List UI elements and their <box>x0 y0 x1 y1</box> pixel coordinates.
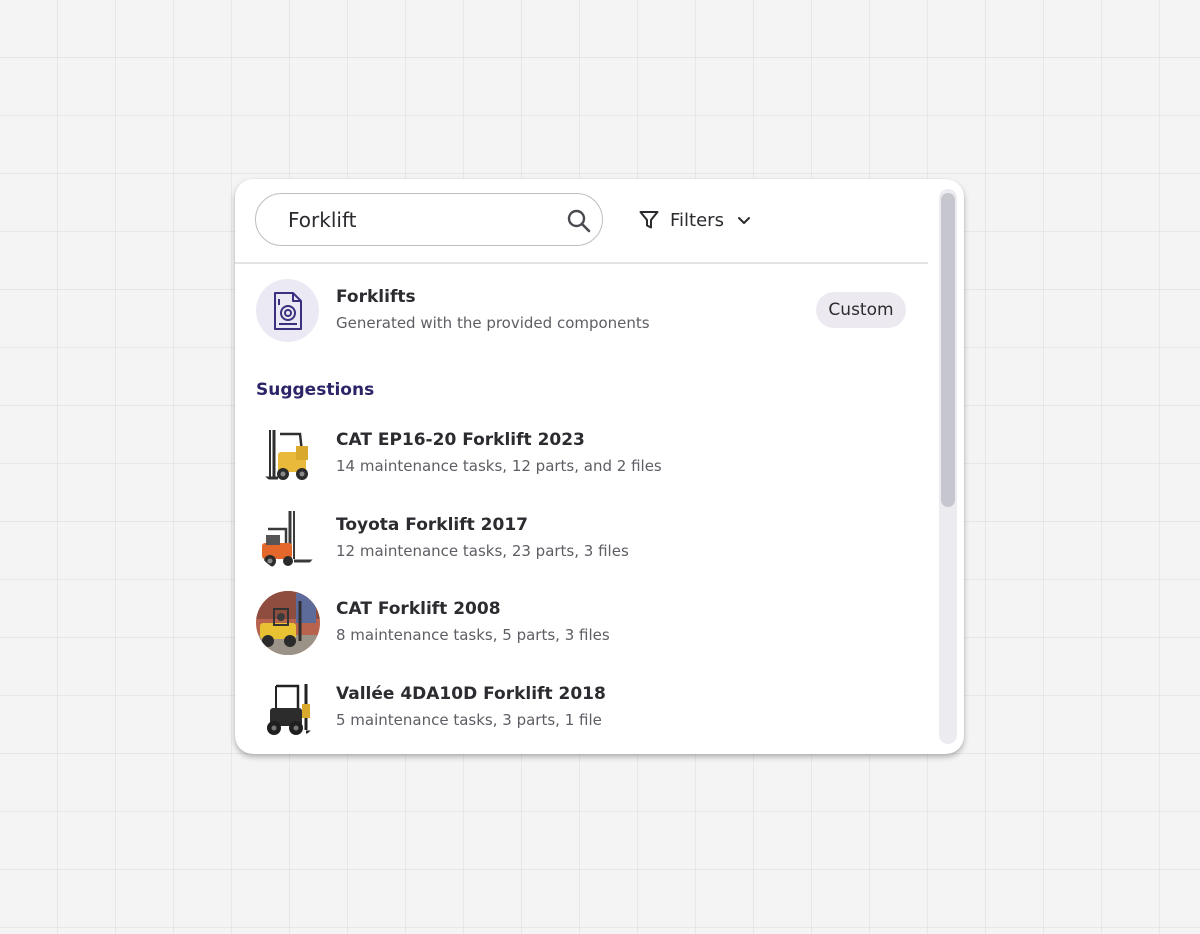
suggestion-item[interactable]: Vallée 4DA10D Forklift 2018 5 maintenanc… <box>255 675 910 741</box>
filter-icon <box>638 209 660 231</box>
suggestions-heading: Suggestions <box>256 380 375 400</box>
result-title: Forklifts <box>336 287 416 307</box>
scrollbar[interactable] <box>939 189 957 744</box>
suggestion-title: Vallée 4DA10D Forklift 2018 <box>336 684 606 704</box>
forklift-photo <box>256 676 320 740</box>
result-subtitle: Generated with the provided components <box>336 314 650 332</box>
suggestion-subtitle: 5 maintenance tasks, 3 parts, 1 file <box>336 711 602 729</box>
divider <box>235 262 928 264</box>
suggestion-title: CAT Forklift 2008 <box>336 599 501 619</box>
forklift-photo <box>256 591 320 655</box>
suggestion-title: Toyota Forklift 2017 <box>336 515 528 535</box>
suggestion-item[interactable]: Toyota Forklift 2017 12 maintenance task… <box>255 506 910 572</box>
forklift-photo <box>256 422 320 486</box>
forklift-photo <box>256 507 320 571</box>
suggestion-item[interactable]: CAT EP16-20 Forklift 2023 14 maintenance… <box>255 421 910 487</box>
suggestion-title: CAT EP16-20 Forklift 2023 <box>336 430 585 450</box>
suggestion-item[interactable]: CAT Forklift 2008 8 maintenance tasks, 5… <box>255 590 910 656</box>
chevron-down-icon <box>736 212 752 228</box>
filters-button[interactable]: Filters <box>638 205 752 235</box>
search-box[interactable] <box>255 193 603 246</box>
filters-label: Filters <box>670 209 724 231</box>
suggestion-subtitle: 8 maintenance tasks, 5 parts, 3 files <box>336 626 610 644</box>
search-dropdown-panel: Filters Forklifts Generated with the pro… <box>235 179 964 754</box>
suggestion-subtitle: 14 maintenance tasks, 12 parts, and 2 fi… <box>336 457 662 475</box>
document-icon <box>256 279 319 342</box>
result-forklifts[interactable]: Forklifts Generated with the provided co… <box>255 278 910 343</box>
search-icon[interactable] <box>566 208 592 234</box>
custom-badge: Custom <box>816 292 906 328</box>
search-input[interactable] <box>288 205 548 235</box>
suggestion-subtitle: 12 maintenance tasks, 23 parts, 3 files <box>336 542 629 560</box>
scrollbar-thumb[interactable] <box>941 193 955 507</box>
